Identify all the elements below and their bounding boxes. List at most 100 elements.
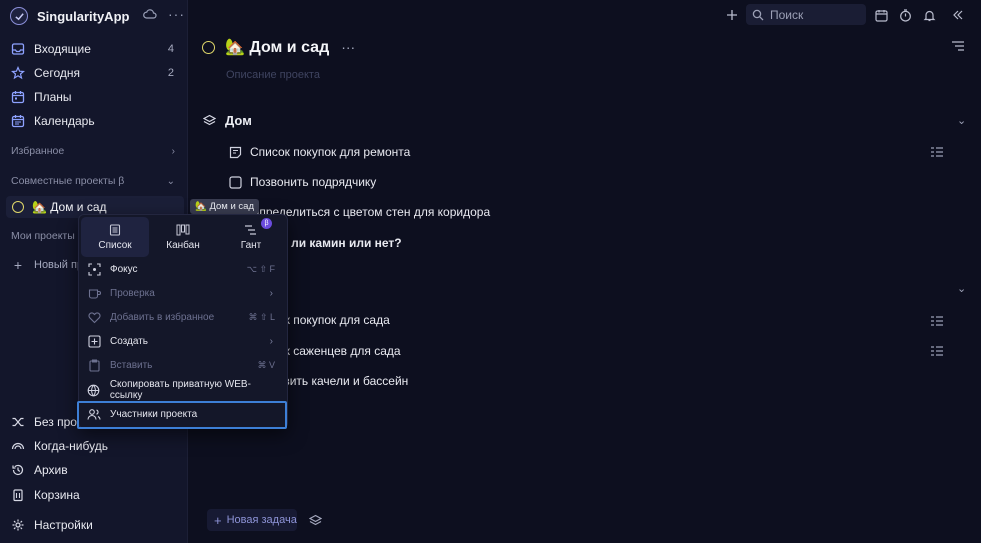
today-count: 2 [167,67,174,79]
search-input[interactable]: Поиск [746,4,866,25]
add-icon[interactable] [724,7,740,23]
view-tab-gantt[interactable]: Гант β [217,217,285,257]
tooltip: 🏡 Дом и сад [190,199,259,214]
menu-item-review[interactable]: Проверка › [87,283,281,303]
project-title-row[interactable]: 🏡 Дом и сад ··· [202,36,355,58]
section-my-projects-label: Мои проекты [11,230,75,242]
sidebar-item-calendar[interactable]: Календарь [10,110,180,132]
section-shared-label: Совместные проекты β [11,175,125,187]
menu-item-create[interactable]: Создать › [87,331,281,351]
section-shared-projects[interactable]: Совместные проекты β ⌄ [11,173,181,189]
app-name: SingularityApp [37,8,130,24]
menu-item-focus[interactable]: Фокус ⌥ ⇧ F [87,259,281,279]
search-placeholder: Поиск [770,7,804,22]
layers-icon [308,514,322,525]
checklist-icon[interactable] [930,345,944,357]
checklist-icon[interactable] [930,315,944,327]
calendar-view-icon[interactable] [873,7,889,23]
chevron-down-icon[interactable]: ⌄ [957,282,966,295]
sidebar-item-label: Календарь [34,114,95,128]
menu-item-add-favorite[interactable]: Добавить в избранное ⌘ ⇧ L [87,307,281,327]
clipboard-icon [87,358,101,372]
collapse-panel-icon[interactable] [950,7,966,23]
task-group-header[interactable]: Дом [203,111,252,129]
checklist-icon[interactable] [930,146,944,158]
list-view-icon [109,223,121,236]
task-title: Позвонить подрядчику [250,175,377,189]
globe-icon [87,383,101,397]
view-switcher: Список Канбан Гант β [81,217,287,257]
task-group-title: Дом [225,112,252,128]
sidebar-project-label: 🏡 Дом и сад [32,200,107,214]
plans-calendar-icon [10,89,26,105]
new-task-label: Новая задача [226,514,297,526]
chevron-down-icon: ⌄ [166,175,175,187]
shortcut-label: ⌘ V [257,359,275,370]
rainbow-icon [10,438,26,454]
project-context-menu: Список Канбан Гант β Фокус ⌥ ⇧ F Проверк… [78,214,288,429]
task-title: Список покупок для ремонта [250,145,411,159]
sidebar-item-label: Архив [34,463,68,477]
app-logo-icon [10,7,28,25]
plus-icon: + [13,257,23,273]
kanban-icon [176,224,190,235]
menu-item-paste[interactable]: Вставить ⌘ V [87,355,281,375]
view-tab-label: Гант [240,239,262,251]
sidebar-item-trash[interactable]: Корзина [10,485,180,505]
sidebar-item-plans[interactable]: Планы [10,86,180,108]
add-group-button[interactable] [305,510,325,530]
app-brand[interactable]: SingularityApp ··· [10,6,186,26]
project-more-icon[interactable]: ··· [341,39,355,55]
section-favorites[interactable]: Избранное › [11,143,181,159]
inbox-icon [10,41,26,57]
project-description-input[interactable]: Описание проекта [226,69,320,81]
project-status-ring-icon [12,201,24,213]
page-title[interactable]: 🏡 Дом и сад [225,37,329,57]
sidebar-item-label: Входящие [34,42,91,56]
view-tab-kanban[interactable]: Канбан [149,217,217,257]
task-item[interactable]: Позвонить подрядчику [228,173,376,191]
calendar-icon [10,113,26,129]
view-tab-label: Канбан [166,239,200,251]
selection-highlight [77,401,287,429]
plus-square-icon [87,334,101,348]
menu-item-copy-web-link[interactable]: Скопировать приватную WEB-ссылку [87,379,281,401]
menu-item-label: Добавить в избранное [110,311,215,323]
checkbox[interactable] [228,175,242,189]
review-icon [87,286,101,300]
timer-icon[interactable] [897,7,913,23]
bell-icon[interactable] [921,7,937,23]
menu-item-label: Фокус [110,263,138,275]
search-icon [752,9,764,20]
more-options-icon[interactable]: ··· [168,6,185,22]
trash-icon [10,487,26,503]
sidebar-item-inbox[interactable]: Входящие 4 [10,38,180,60]
sidebar-item-today[interactable]: Сегодня 2 [10,62,180,84]
note-icon [228,145,242,159]
shortcut-label: ⌥ ⇧ F [246,263,275,274]
sidebar-item-someday[interactable]: Когда-нибудь [10,436,180,456]
task-item[interactable]: Список покупок для ремонта [228,143,410,161]
gantt-icon [245,224,256,235]
chevron-right-icon: › [171,145,175,157]
history-icon [10,462,26,478]
shuffle-icon [10,414,26,430]
focus-icon [87,262,101,276]
sidebar-item-label: Настройки [34,518,93,532]
filter-sort-icon[interactable] [950,38,966,54]
menu-item-label: Вставить [110,359,153,371]
menu-item-label: Создать [110,335,149,347]
inbox-count: 4 [167,43,174,55]
layers-icon [203,114,216,125]
star-icon [10,65,26,81]
view-tab-list[interactable]: Список [81,217,149,257]
new-task-button[interactable]: + Новая задача [207,509,297,531]
cloud-sync-icon[interactable] [143,8,157,20]
sidebar-item-archive[interactable]: Архив [10,460,180,480]
chevron-right-icon: › [269,287,273,299]
project-status-ring-icon[interactable] [202,40,215,54]
chevron-down-icon[interactable]: ⌄ [957,114,966,127]
heart-icon [87,310,101,324]
sidebar-item-settings[interactable]: Настройки [10,515,180,535]
menu-item-label: Скопировать приватную WEB-ссылку [109,379,251,401]
